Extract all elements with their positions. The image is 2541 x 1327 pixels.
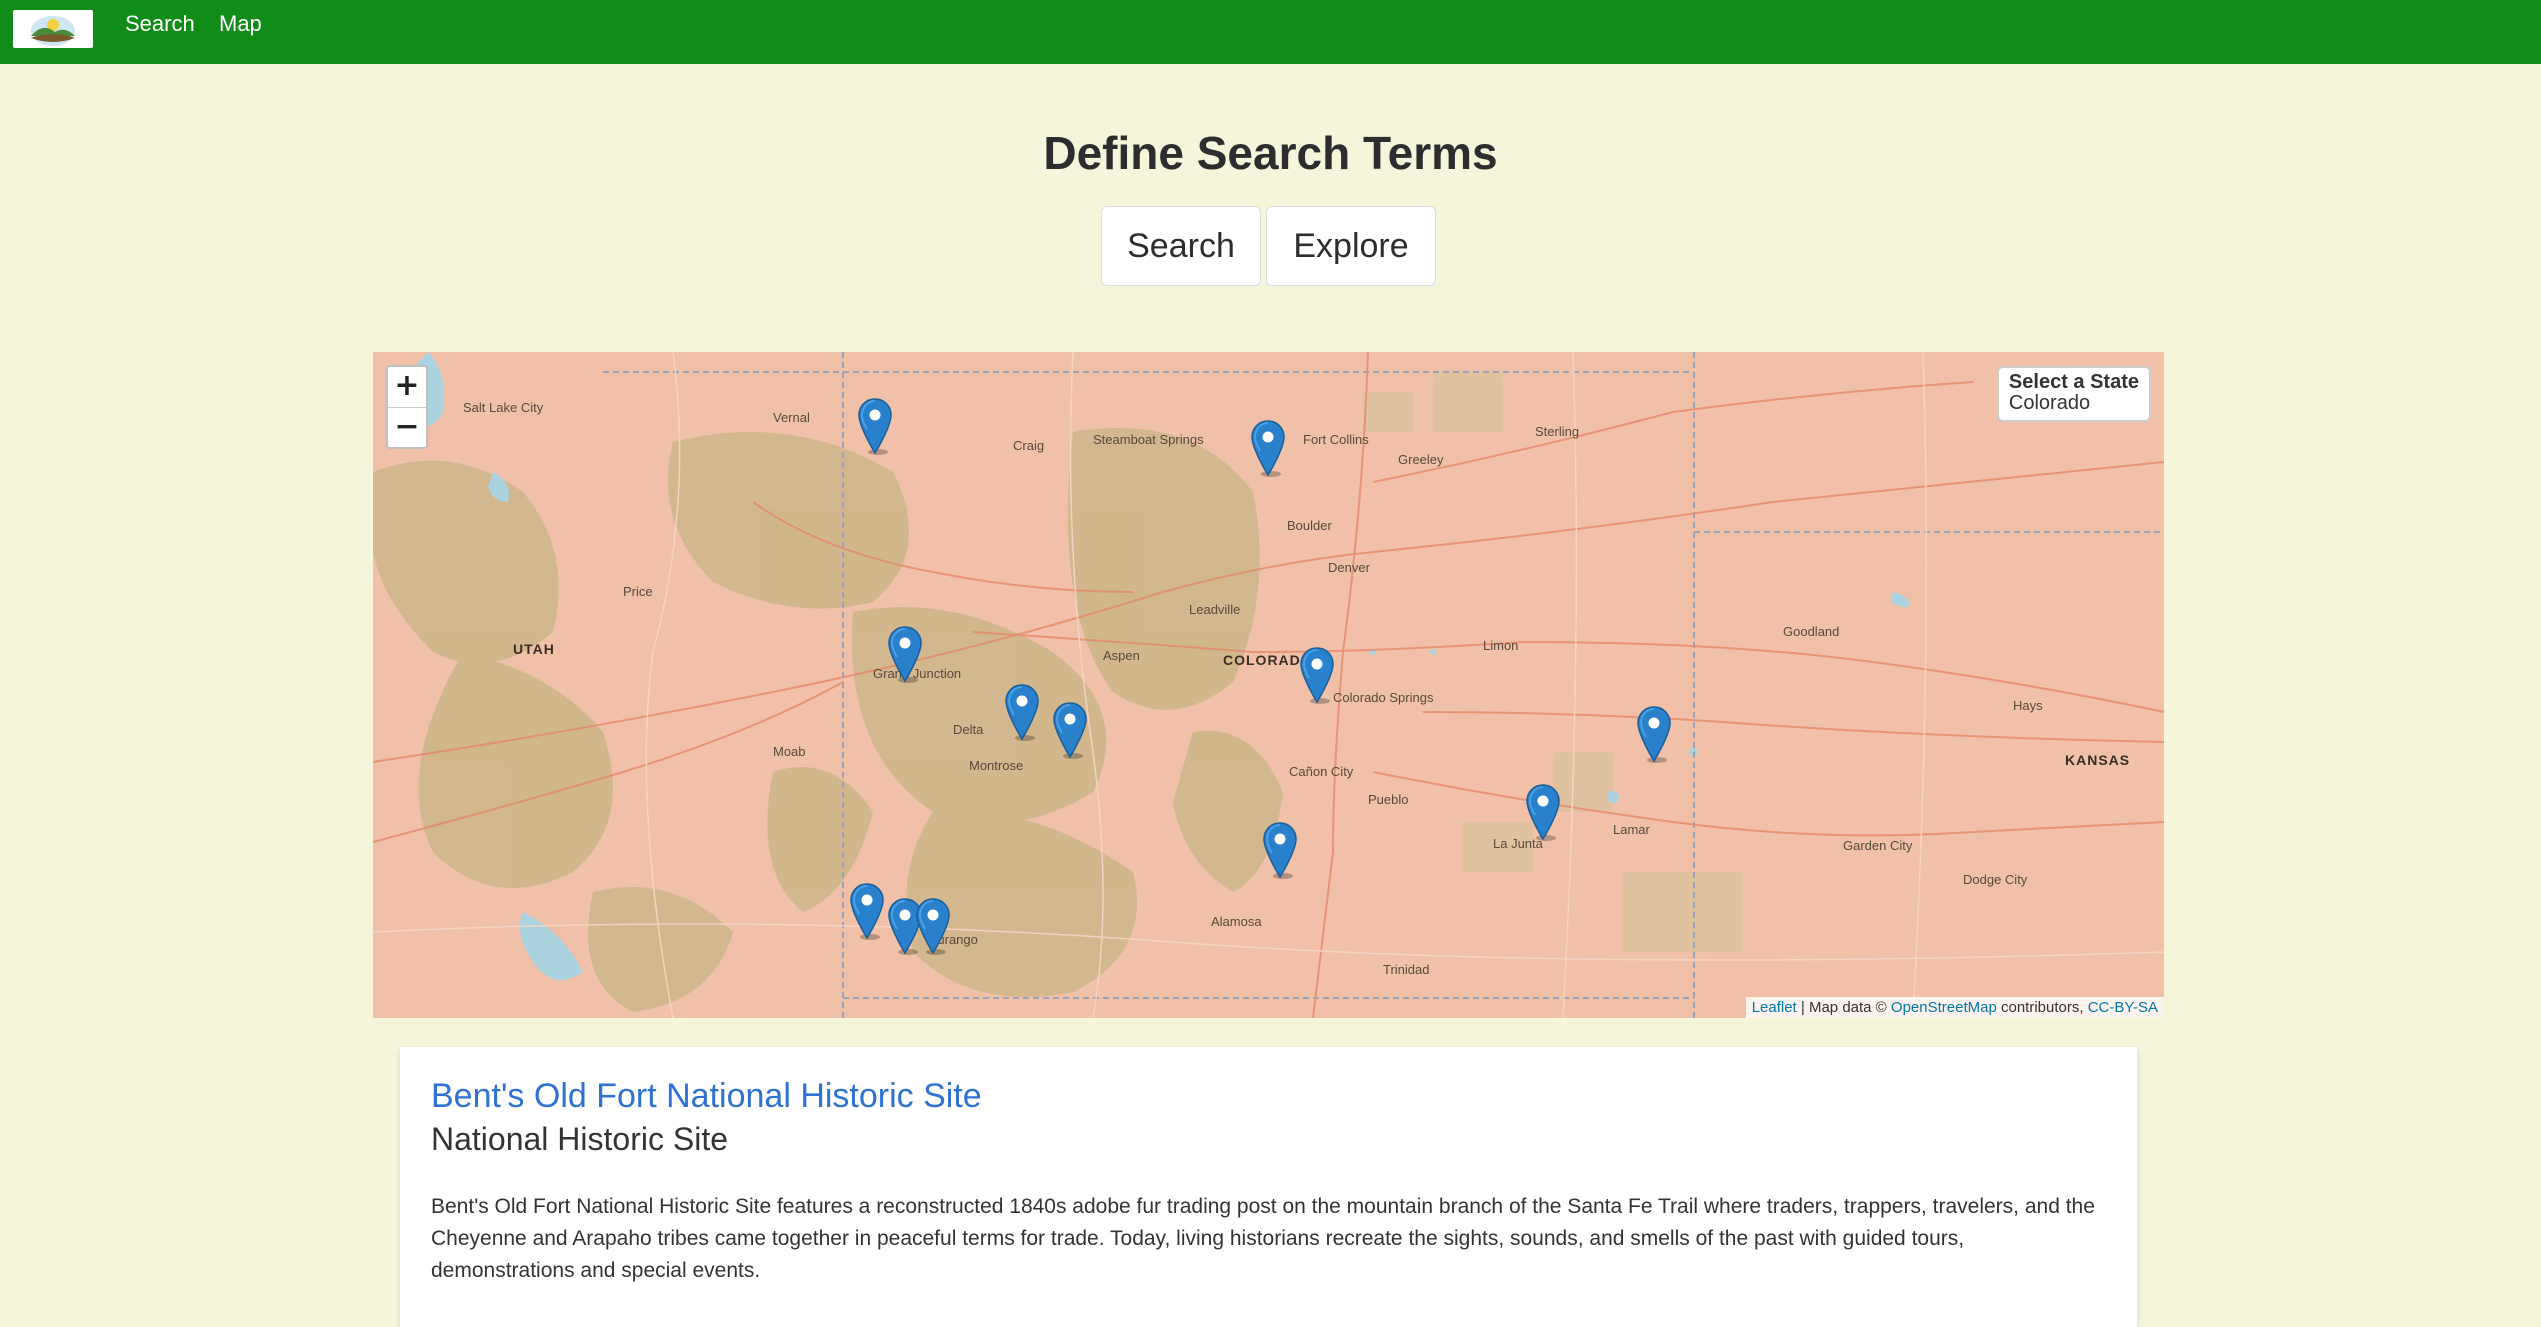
page-title: Define Search Terms: [1043, 127, 1498, 179]
salt-lake-label: Salt Lake City: [463, 400, 544, 415]
search-button[interactable]: Search: [1101, 206, 1261, 286]
steamboat-label: Steamboat Springs: [1093, 432, 1204, 447]
boulder-label: Boulder: [1287, 518, 1332, 533]
greeley-label: Greeley: [1398, 452, 1444, 467]
alamosa-label: Alamosa: [1211, 914, 1262, 929]
park-marker-icon[interactable]: [848, 882, 886, 940]
aspen-label: Aspen: [1103, 648, 1140, 663]
park-map[interactable]: UTAH COLORADO KANSAS Denver Boulder Fort…: [373, 352, 2164, 1018]
state-select[interactable]: Select a State Colorado: [1996, 366, 2151, 422]
park-result-card: Bent's Old Fort National Historic Site N…: [400, 1047, 2137, 1327]
state-select-label: Select a State: [2008, 371, 2139, 393]
hays-label: Hays: [2013, 698, 2043, 713]
sterling-label: Sterling: [1535, 424, 1580, 439]
osm-link[interactable]: OpenStreetMap: [1891, 999, 1997, 1016]
park-marker-icon[interactable]: [914, 897, 952, 955]
leadville-label: Leadville: [1189, 602, 1241, 617]
lamar-label: Lamar: [1613, 822, 1650, 837]
explore-button[interactable]: Explore: [1266, 206, 1436, 286]
kansas-label: KANSAS: [2065, 752, 2131, 768]
landscape-logo[interactable]: [13, 10, 93, 48]
zoom-out-button[interactable]: −: [388, 408, 426, 448]
park-title-link[interactable]: Bent's Old Fort National Historic Site: [431, 1077, 982, 1116]
license-link[interactable]: CC-BY-SA: [2088, 999, 2158, 1016]
limon-label: Limon: [1483, 638, 1519, 653]
park-marker-icon[interactable]: [1635, 705, 1673, 763]
craig-label: Craig: [1013, 438, 1045, 453]
nav-search-link[interactable]: Search: [125, 10, 195, 38]
park-marker-icon[interactable]: [1524, 783, 1562, 841]
garden-city-label: Garden City: [1843, 838, 1913, 853]
map-attribution: Leaflet | Map data © OpenStreetMap contr…: [1745, 997, 2164, 1018]
park-marker-icon[interactable]: [886, 625, 924, 683]
colorado-springs-label: Colorado Springs: [1333, 690, 1434, 705]
top-navbar: Search Map: [0, 0, 2541, 64]
zoom-in-button[interactable]: +: [388, 367, 426, 408]
trinidad-label: Trinidad: [1383, 962, 1430, 977]
fort-collins-label: Fort Collins: [1303, 432, 1369, 447]
attrib-text: | Map data ©: [1796, 999, 1891, 1016]
attrib-text-2: contributors,: [1996, 999, 2088, 1016]
utah-label: UTAH: [513, 641, 555, 657]
price-label: Price: [623, 584, 653, 599]
moab-label: Moab: [773, 744, 806, 759]
park-description: Bent's Old Fort National Historic Site f…: [431, 1195, 2095, 1282]
park-marker-icon[interactable]: [856, 397, 894, 455]
nav-map-link[interactable]: Map: [219, 10, 262, 38]
denver-label: Denver: [1328, 560, 1370, 575]
pueblo-label: Pueblo: [1368, 792, 1409, 807]
zoom-control: + −: [386, 365, 428, 449]
delta-label: Delta: [953, 722, 984, 737]
park-marker-icon[interactable]: [1003, 683, 1041, 741]
dodge-city-label: Dodge City: [1963, 872, 2028, 887]
vernal-label: Vernal: [773, 410, 810, 425]
park-marker-icon[interactable]: [1298, 646, 1336, 704]
montrose-label: Montrose: [969, 758, 1024, 773]
park-marker-icon[interactable]: [1051, 701, 1089, 759]
goodland-label: Goodland: [1783, 624, 1840, 639]
park-marker-icon[interactable]: [1261, 821, 1299, 879]
canon-city-label: Cañon City: [1289, 764, 1354, 779]
park-designation: National Historic Site: [431, 1121, 728, 1157]
state-select-value: Colorado: [2008, 392, 2091, 414]
leaflet-link[interactable]: Leaflet: [1752, 999, 1797, 1016]
park-marker-icon[interactable]: [1249, 419, 1287, 477]
